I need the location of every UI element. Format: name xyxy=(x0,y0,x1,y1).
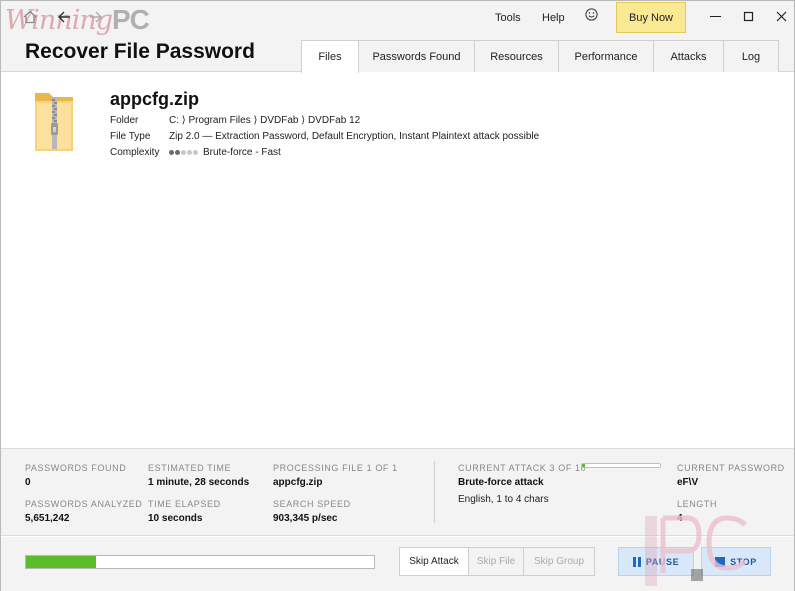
maximize-icon[interactable] xyxy=(734,5,762,27)
skip-group-button[interactable]: Skip Group xyxy=(524,547,595,576)
folder-label: Folder xyxy=(110,115,139,126)
time-elapsed-label: TIME ELAPSED xyxy=(148,499,221,509)
header: WinningPC Recover File Password Tools He… xyxy=(1,1,795,73)
current-password-label: CURRENT PASSWORD xyxy=(677,463,785,473)
estimated-time-value: 1 minute, 28 seconds xyxy=(148,477,250,488)
tab-resources[interactable]: Resources xyxy=(475,40,559,72)
length-value: 4 xyxy=(677,513,683,524)
overall-progress-bar xyxy=(25,555,375,569)
menu-help[interactable]: Help xyxy=(542,12,565,24)
current-attack-label: CURRENT ATTACK 3 OF 10 xyxy=(458,463,587,473)
complexity-dot xyxy=(187,149,192,155)
complexity-label: Complexity xyxy=(110,147,160,158)
zip-folder-icon xyxy=(35,93,73,151)
stats-divider xyxy=(434,461,435,523)
minimize-icon[interactable] xyxy=(701,5,729,27)
tab-files[interactable]: Files xyxy=(301,40,359,73)
current-attack-value: Brute-force attack xyxy=(458,477,544,488)
home-icon[interactable] xyxy=(19,7,41,27)
complexity-dots xyxy=(169,147,199,158)
time-elapsed-value: 10 seconds xyxy=(148,513,203,524)
passwords-found-label: PASSWORDS FOUND xyxy=(25,463,127,473)
passwords-found-value: 0 xyxy=(25,477,31,488)
app-window: WinningPC Recover File Password Tools He… xyxy=(0,0,795,591)
tab-passwords-found[interactable]: Passwords Found xyxy=(359,40,475,72)
bottom-bar: Skip Attack Skip File Skip Group PAUSE S… xyxy=(1,537,794,591)
processing-file-value: appcfg.zip xyxy=(273,477,323,488)
arrow-left-icon[interactable] xyxy=(53,7,75,27)
file-type-label: File Type xyxy=(110,131,151,142)
complexity-dot xyxy=(181,149,186,155)
stop-icon xyxy=(715,556,726,567)
overall-progress-fill xyxy=(26,556,96,568)
tab-performance[interactable]: Performance xyxy=(559,40,654,72)
passwords-analyzed-value: 5,651,242 xyxy=(25,513,70,524)
tab-bar: Files Passwords Found Resources Performa… xyxy=(301,40,779,73)
smiley-icon[interactable] xyxy=(585,8,598,24)
close-icon[interactable] xyxy=(767,5,795,27)
search-speed-label: SEARCH SPEED xyxy=(273,499,351,509)
current-attack-progress xyxy=(581,463,661,468)
current-attack-progress-fill xyxy=(582,464,586,467)
stats-panel: PASSWORDS FOUND 0 PASSWORDS ANALYZED 5,6… xyxy=(1,448,794,536)
folder-value: C: ⟩ Program Files ⟩ DVDFab ⟩ DVDFab 12 xyxy=(169,115,361,126)
skip-button-group: Skip Attack Skip File Skip Group xyxy=(399,547,595,576)
stop-label: STOP xyxy=(730,556,757,567)
tab-attacks[interactable]: Attacks xyxy=(654,40,724,72)
menu-tools[interactable]: Tools xyxy=(495,12,521,24)
file-type-value: Zip 2.0 — Extraction Password, Default E… xyxy=(169,131,540,142)
app-title: Recover File Password xyxy=(25,40,255,63)
estimated-time-label: ESTIMATED TIME xyxy=(148,463,232,473)
arrow-right-icon[interactable] xyxy=(85,7,107,27)
stop-button[interactable]: STOP xyxy=(701,547,771,576)
passwords-analyzed-label: PASSWORDS ANALYZED xyxy=(25,499,143,509)
skip-file-button[interactable]: Skip File xyxy=(469,547,524,576)
current-password-value: eF\V xyxy=(677,477,699,488)
processing-file-label: PROCESSING FILE 1 OF 1 xyxy=(273,463,398,473)
search-speed-value: 903,345 p/sec xyxy=(273,513,338,524)
pause-icon xyxy=(632,556,641,567)
buy-now-button[interactable]: Buy Now xyxy=(616,2,686,33)
tab-log[interactable]: Log xyxy=(724,40,779,72)
pause-button[interactable]: PAUSE xyxy=(618,547,694,576)
pause-label: PAUSE xyxy=(645,556,680,567)
skip-attack-button[interactable]: Skip Attack xyxy=(399,547,469,576)
complexity-text: Brute-force - Fast xyxy=(203,147,281,159)
complexity-dot xyxy=(193,149,198,155)
length-label: LENGTH xyxy=(677,499,718,509)
attack-detail: English, 1 to 4 chars xyxy=(458,494,549,505)
complexity-dot xyxy=(169,149,174,155)
file-name: appcfg.zip xyxy=(110,89,199,109)
complexity-value: Brute-force - Fast xyxy=(169,147,281,158)
complexity-dot xyxy=(175,149,180,155)
